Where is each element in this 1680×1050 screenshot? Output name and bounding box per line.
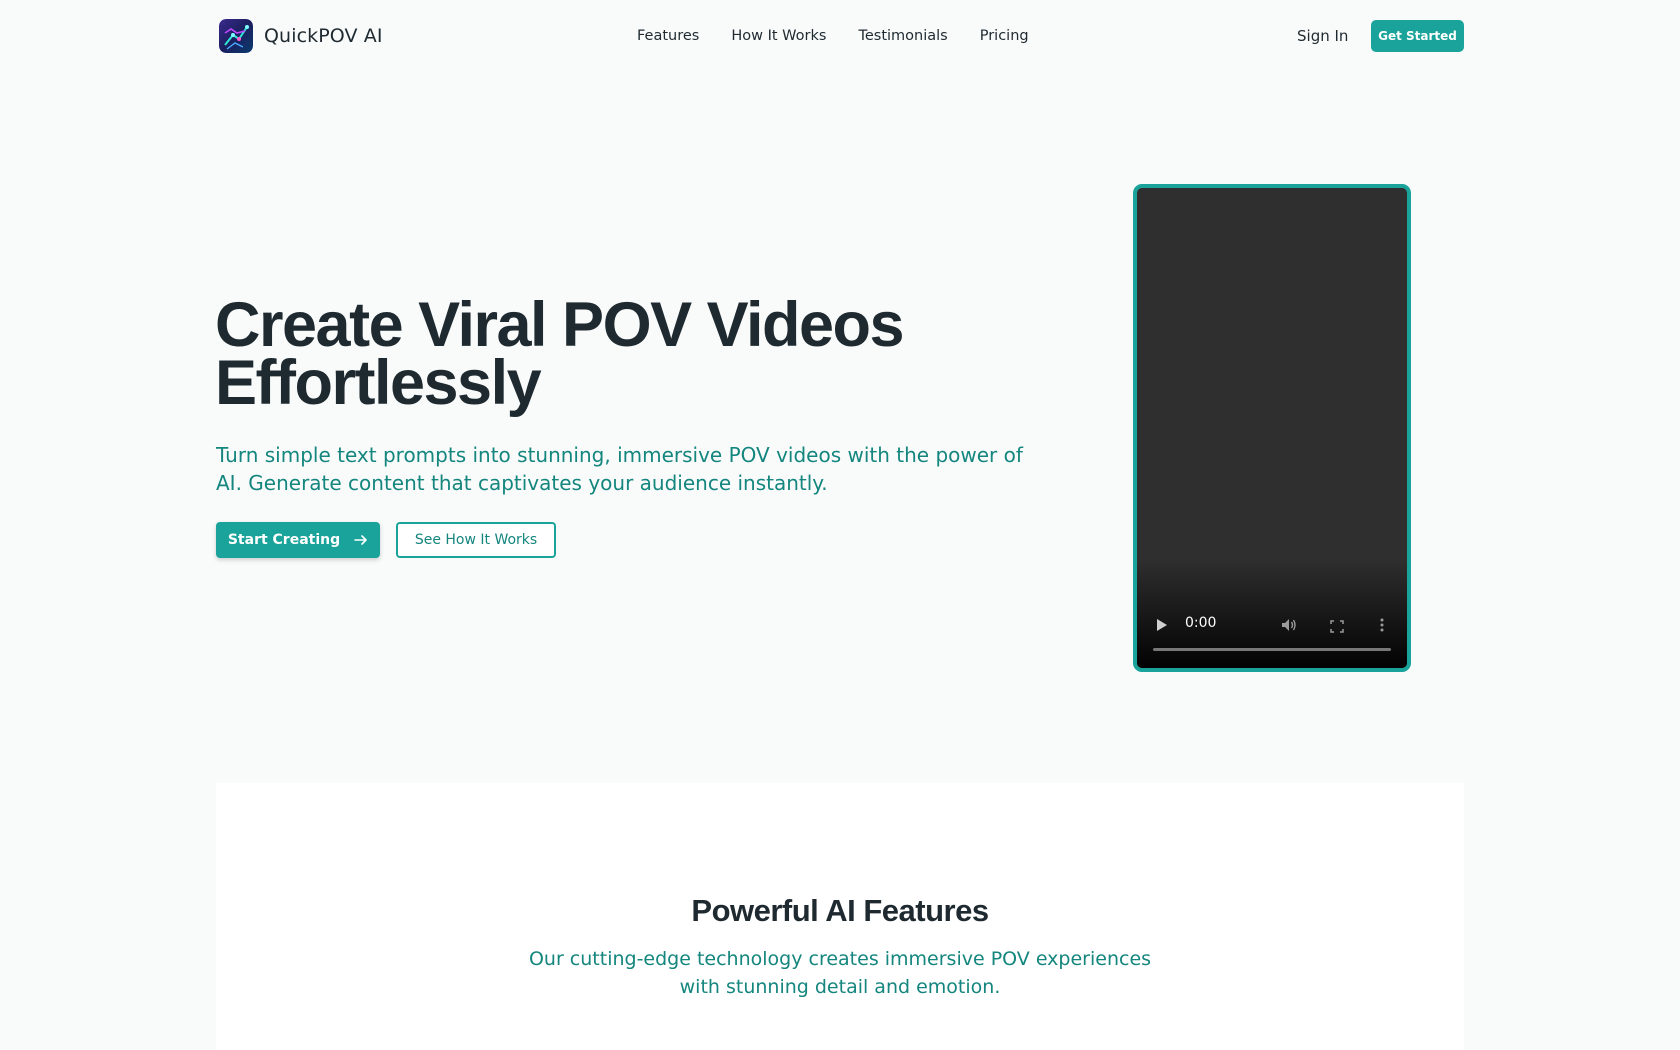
site-header: QuickPOV AI Features How It Works Testim… (0, 0, 1680, 72)
nav-item-how-it-works[interactable]: How It Works (731, 28, 826, 44)
sign-in-link[interactable]: Sign In (1297, 27, 1348, 45)
video-controls-gradient (1137, 558, 1407, 668)
features-subtitle: Our cutting-edge technology creates imme… (528, 948, 1152, 998)
start-creating-label: Start Creating (227, 532, 341, 548)
brand-name: QuickPOV AI (264, 25, 383, 47)
nav-item-pricing[interactable]: Pricing (980, 28, 1029, 44)
hero-title: Create Viral POV Videos Effortlessly (215, 294, 1035, 415)
brand[interactable]: QuickPOV AI (219, 19, 383, 53)
volume-icon[interactable] (1281, 617, 1297, 636)
start-creating-button[interactable]: Start Creating (216, 522, 380, 558)
fullscreen-icon[interactable] (1330, 618, 1344, 637)
main-nav: Features How It Works Testimonials Prici… (637, 28, 1061, 44)
nav-item-testimonials[interactable]: Testimonials (858, 28, 947, 44)
more-options-icon[interactable] (1380, 617, 1384, 636)
video-time: 0:00 (1185, 615, 1217, 631)
hero-subtitle: Turn simple text prompts into stunning, … (216, 443, 1023, 495)
video-player[interactable]: 0:00 (1133, 184, 1411, 672)
play-icon[interactable] (1156, 617, 1168, 636)
features-section: Powerful AI Features Our cutting-edge te… (216, 783, 1464, 1050)
video-progress-bar[interactable] (1153, 648, 1391, 651)
see-how-it-works-button[interactable]: See How It Works (396, 522, 556, 558)
arrow-right-icon (354, 533, 368, 547)
hero-title-line-2: Effortlessly (215, 348, 542, 418)
features-title: Powerful AI Features (691, 893, 989, 928)
ai-brain-logo-icon (219, 19, 253, 53)
get-started-button[interactable]: Get Started (1371, 20, 1464, 52)
nav-item-features[interactable]: Features (637, 28, 699, 44)
